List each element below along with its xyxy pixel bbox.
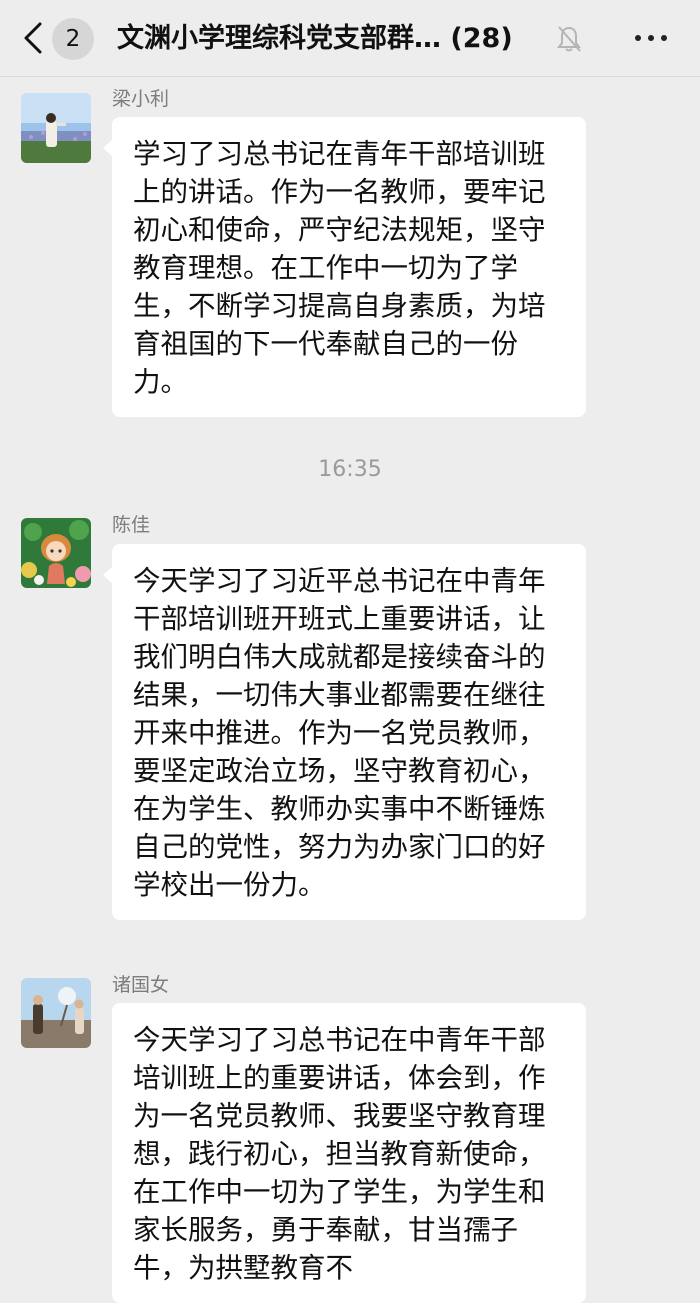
message-bubble[interactable]: 学习了习总书记在青年干部培训班上的讲话。作为一名教师，要牢记初心和使命，严守纪法… <box>103 117 586 417</box>
sender-name: 陈佳 <box>112 514 151 536</box>
avatar-photo-people <box>21 978 91 1048</box>
chevron-left-icon <box>24 22 42 54</box>
avatar[interactable] <box>21 518 91 588</box>
bell-muted-icon <box>557 26 581 52</box>
more-dot <box>661 35 667 41</box>
unread-count-badge[interactable]: 2 <box>52 18 94 60</box>
message-bubble[interactable]: 今天学习了习总书记在中青年干部培训班上的重要讲话，体会到，作为一名党员教师、我要… <box>112 1003 586 1303</box>
avatar-cartoon-girl <box>21 518 91 588</box>
avatar[interactable] <box>21 93 91 163</box>
message-timestamp: 16:35 <box>318 457 382 482</box>
sender-name: 诸国女 <box>112 974 170 996</box>
member-count: (28) <box>450 23 513 54</box>
avatar-photo-field <box>21 93 91 163</box>
message-bubble[interactable]: 今天学习了习近平总书记在中青年干部培训班开班式上重要讲话，让我们明白伟大成就都是… <box>103 544 586 920</box>
back-button[interactable] <box>18 14 48 62</box>
more-dot <box>635 35 641 41</box>
avatar[interactable] <box>21 978 91 1048</box>
more-options-button[interactable] <box>622 20 680 56</box>
chat-title: 文渊小学理综科党支部群… (28) <box>117 18 513 60</box>
more-dot <box>648 35 654 41</box>
group-name: 文渊小学理综科党支部群… <box>117 23 441 54</box>
chat-header: 2 文渊小学理综科党支部群… (28) <box>0 0 700 77</box>
sender-name: 梁小利 <box>112 88 170 110</box>
